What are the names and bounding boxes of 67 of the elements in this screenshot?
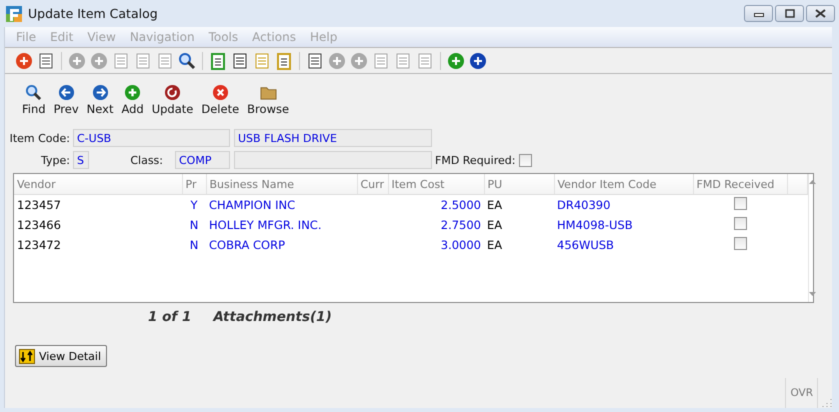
checkbox[interactable]	[734, 237, 746, 250]
minimize-icon	[754, 10, 764, 16]
maximize-icon	[784, 9, 794, 18]
table-cell-text: 2.7500	[440, 217, 482, 234]
toolbar-button[interactable]: Find	[19, 84, 49, 116]
table-cell: EA	[484, 194, 554, 215]
column-header[interactable]: PU	[484, 174, 554, 194]
window-title: Update Item Catalog	[28, 6, 158, 21]
table-cell-text: 3.0000	[440, 237, 482, 254]
column-header[interactable]: Pr	[182, 174, 206, 194]
table-cell-text: EA	[486, 217, 504, 234]
field-label: Class:	[130, 154, 163, 166]
toolbar-button[interactable]: Next	[84, 84, 116, 116]
table-cell: 2.5000	[388, 194, 484, 215]
toolbar-button[interactable]: Prev	[50, 84, 82, 116]
app-logo-icon	[6, 6, 22, 22]
scroll-down-icon[interactable]	[808, 292, 816, 296]
toolbar-button[interactable]: Update	[148, 84, 196, 116]
toolbar-button[interactable]: Add	[118, 84, 147, 116]
column-header[interactable]: FMD Received	[693, 174, 787, 194]
record-position: 1 of 1	[148, 309, 192, 325]
minimize-button[interactable]	[744, 5, 773, 22]
field-label: FMD Required:	[435, 154, 516, 166]
table-cell: 123457	[14, 194, 182, 215]
clipboard-icon[interactable]	[209, 52, 227, 70]
close-button[interactable]	[806, 5, 835, 22]
up-down-arrows-icon	[19, 348, 35, 364]
view-detail-button[interactable]: View Detail	[15, 345, 107, 367]
table-cell-text: N	[188, 237, 200, 254]
magnifier-icon[interactable]	[178, 52, 196, 70]
item-code-field[interactable]: C-USB	[73, 129, 230, 147]
column-header[interactable]: Vendor	[14, 174, 182, 194]
table-cell-text: HM4098-USB	[556, 217, 634, 234]
resize-grip-icon[interactable]	[822, 398, 832, 408]
clipboard-icon[interactable]	[275, 52, 293, 70]
maximize-button[interactable]	[775, 5, 804, 22]
status-indicator: OVR	[785, 378, 818, 408]
toolbar-button[interactable]: Browse	[244, 84, 292, 116]
attachments-link[interactable]: Attachments(1)	[213, 309, 332, 325]
checkbox[interactable]	[519, 154, 532, 166]
field-label: Item Code:	[8, 132, 71, 144]
column-header[interactable]: Vendor Item Code	[554, 174, 693, 194]
text-field[interactable]	[234, 151, 432, 169]
type-field[interactable]: S	[73, 151, 89, 169]
column-header[interactable]: Item Cost	[388, 174, 484, 194]
checkbox[interactable]	[734, 217, 746, 230]
toolbar-button[interactable]: Delete	[198, 84, 242, 116]
close-icon	[815, 9, 826, 18]
table-cell-text: HOLLEY MFGR. INC.	[208, 217, 322, 234]
table-cell: CHAMPION INC	[206, 194, 357, 215]
column-header[interactable]: Business Name	[206, 174, 357, 194]
class-field[interactable]: COMP	[175, 151, 230, 169]
description-field[interactable]: USB FLASH DRIVE	[234, 129, 432, 147]
field-label: Type:	[40, 154, 71, 166]
table-cell: Y	[182, 194, 206, 215]
table-cell: DR40390	[554, 194, 693, 215]
table-cell-text: 123466	[16, 217, 62, 234]
table-cell-text: N	[188, 217, 200, 234]
scroll-up-icon[interactable]	[808, 180, 816, 184]
checkbox[interactable]	[734, 197, 746, 210]
magnifier-icon	[25, 84, 42, 101]
table-cell-text: COBRA CORP	[208, 237, 286, 254]
table-cell-text: EA	[486, 237, 504, 254]
plus-icon	[124, 84, 142, 101]
table-cell-text: 456WUSB	[556, 237, 615, 254]
table-cell-text: 123472	[16, 237, 62, 254]
column-header[interactable]: Curr	[357, 174, 388, 194]
